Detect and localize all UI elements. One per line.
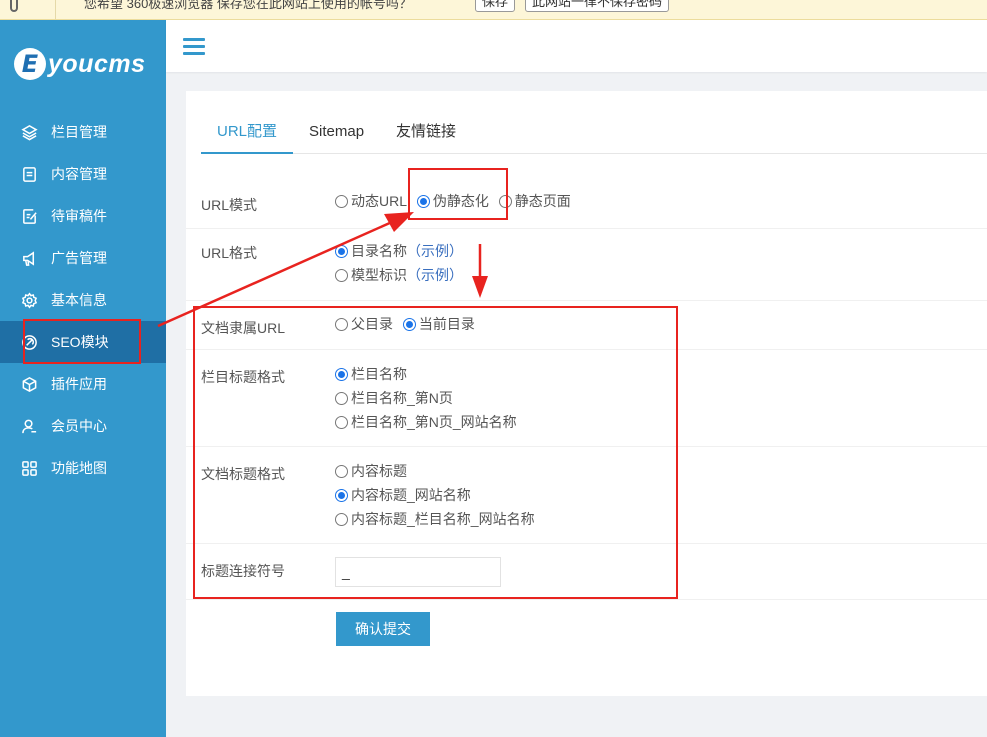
sidebar-item-member-center[interactable]: 会员中心 — [0, 405, 166, 447]
sidebar-nav: 栏目管理 内容管理 待审稿件 广告管理 基本信息 SEO模块 插件应用 会员中心… — [0, 111, 166, 489]
layers-icon — [20, 123, 38, 141]
annotation-box-seo-module — [23, 319, 141, 364]
tab-url-config[interactable]: URL配置 — [201, 111, 294, 154]
logo-mark: E — [14, 48, 46, 80]
annotation-box-pseudo-static — [408, 168, 508, 220]
submit-button[interactable]: 确认提交 — [336, 612, 430, 646]
settings-tabs: URL配置 Sitemap 友情链接 — [201, 111, 987, 154]
document-icon — [20, 165, 38, 183]
example-link[interactable]: （示例） — [407, 265, 463, 285]
example-link[interactable]: （示例） — [407, 241, 463, 261]
url-mode-label: URL模式 — [201, 197, 258, 213]
annotation-box-settings — [193, 306, 678, 599]
edit-document-icon — [20, 207, 38, 225]
url-format-options: 目录名称 （示例） 模型标识 （示例） — [335, 239, 463, 287]
sidebar-item-label: 会员中心 — [51, 418, 107, 434]
sidebar-item-ad-management[interactable]: 广告管理 — [0, 237, 166, 279]
never-save-button[interactable]: 此网站一律不保存密码 — [525, 0, 670, 12]
top-header — [166, 20, 987, 72]
sidebar-item-label: 栏目管理 — [51, 124, 107, 140]
bar-divider — [55, 0, 56, 19]
sidebar-item-basic-info[interactable]: 基本信息 — [0, 279, 166, 321]
grid-icon — [20, 459, 38, 477]
sidebar-item-label: 基本信息 — [51, 292, 107, 308]
logo[interactable]: E youcms — [14, 44, 145, 84]
tab-sitemap[interactable]: Sitemap — [293, 111, 380, 154]
logo-text: youcms — [48, 49, 146, 78]
password-save-message: 您希望 360极速浏览器 保存您在此网站上使用的帐号吗？ — [84, 0, 412, 11]
sidebar-item-label: 插件应用 — [51, 376, 107, 392]
gear-icon — [20, 291, 38, 309]
sidebar-item-label: 内容管理 — [51, 166, 107, 182]
url-format-model-radio[interactable]: 模型标识 （示例） — [335, 263, 463, 287]
sidebar-item-function-map[interactable]: 功能地图 — [0, 447, 166, 489]
sidebar-item-content-management[interactable]: 内容管理 — [0, 153, 166, 195]
megaphone-icon — [20, 249, 38, 267]
sidebar: E youcms 栏目管理 内容管理 待审稿件 广告管理 基本信息 SEO模块 … — [0, 20, 166, 737]
url-mode-row: URL模式 动态URL 伪静态化 静态页面 — [186, 177, 987, 229]
sidebar-item-label: 功能地图 — [51, 460, 107, 476]
menu-toggle-icon[interactable] — [183, 38, 205, 56]
cube-icon — [20, 375, 38, 393]
tab-friend-links[interactable]: 友情链接 — [380, 111, 472, 154]
sidebar-item-pending-review[interactable]: 待审稿件 — [0, 195, 166, 237]
password-save-bar: 您希望 360极速浏览器 保存您在此网站上使用的帐号吗？ 保存 此网站一律不保存… — [0, 0, 987, 20]
url-mode-dynamic-radio[interactable]: 动态URL — [335, 191, 407, 211]
pin-icon — [10, 0, 18, 12]
user-icon — [20, 417, 38, 435]
sidebar-item-label: 待审稿件 — [51, 208, 107, 224]
url-format-directory-radio[interactable]: 目录名称 （示例） — [335, 239, 463, 263]
sidebar-item-column-management[interactable]: 栏目管理 — [0, 111, 166, 153]
url-mode-static-radio[interactable]: 静态页面 — [498, 191, 571, 211]
sidebar-item-label: 广告管理 — [51, 250, 107, 266]
url-format-row: URL格式 目录名称 （示例） 模型标识 （示例） — [186, 229, 987, 301]
sidebar-item-plugins[interactable]: 插件应用 — [0, 363, 166, 405]
save-password-button[interactable]: 保存 — [475, 0, 516, 12]
url-format-label: URL格式 — [201, 245, 258, 261]
